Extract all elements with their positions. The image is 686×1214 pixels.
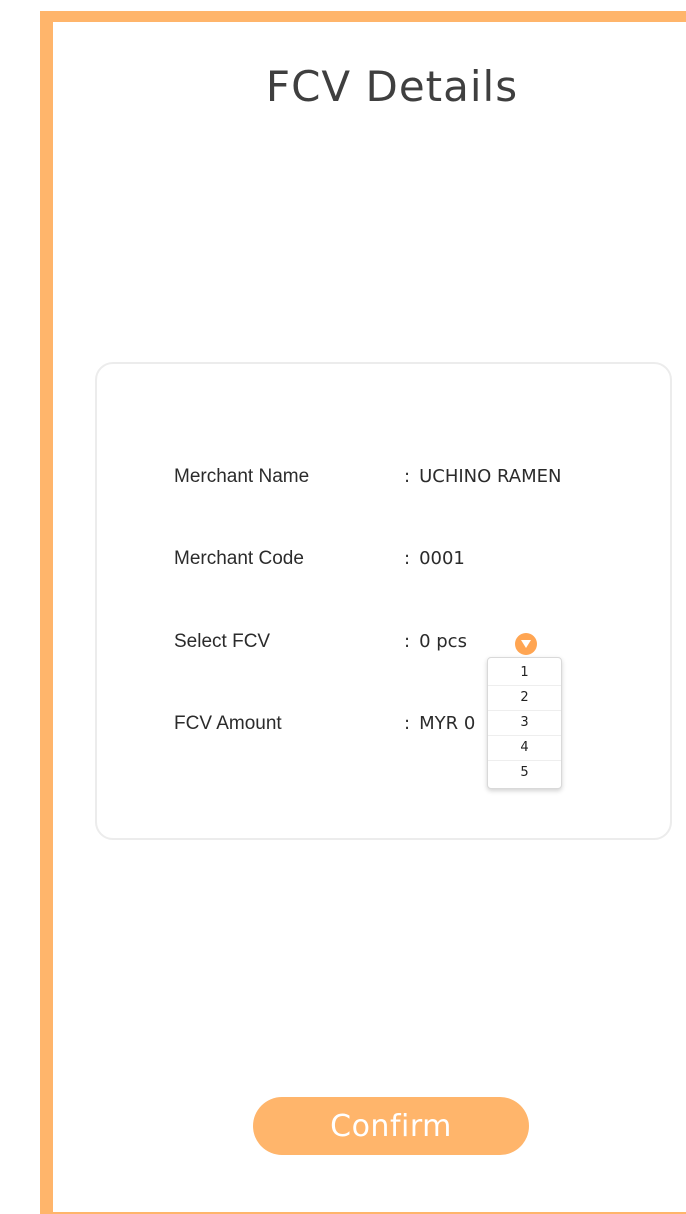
select-fcv-value[interactable]: :0 pcs (404, 630, 467, 654)
dropdown-option-4[interactable]: 4 (488, 736, 561, 761)
chevron-down-icon[interactable] (515, 633, 537, 655)
details-card (95, 362, 672, 840)
merchant-name-label: Merchant Name (174, 466, 310, 487)
select-fcv-label: Select FCV (174, 631, 271, 652)
fcv-dropdown-list: 1 2 3 4 5 (487, 657, 562, 789)
confirm-button[interactable]: Confirm (253, 1097, 529, 1155)
merchant-code-value: :0001 (404, 547, 465, 571)
colon: : (404, 548, 411, 569)
dropdown-option-5[interactable]: 5 (488, 761, 561, 785)
colon: : (404, 713, 411, 734)
merchant-code-label: Merchant Code (174, 548, 304, 569)
dropdown-option-2[interactable]: 2 (488, 686, 561, 711)
dropdown-option-3[interactable]: 3 (488, 711, 561, 736)
fcv-amount-value: : MYR 0 (404, 712, 475, 736)
fcv-amount-label: FCV Amount (174, 713, 282, 734)
colon: : (404, 466, 411, 487)
dropdown-option-1[interactable]: 1 (488, 661, 561, 686)
page-title: FCV Details (265, 62, 519, 111)
triangle-down-glyph (521, 640, 531, 648)
select-fcv-text: 0 pcs (419, 631, 467, 652)
colon: : (404, 631, 411, 652)
merchant-name-text: UCHINO RAMEN (419, 466, 562, 487)
fcv-amount-text: MYR 0 (419, 713, 476, 734)
merchant-name-value: : UCHINO RAMEN (404, 465, 561, 489)
merchant-code-text: 0001 (419, 548, 465, 569)
